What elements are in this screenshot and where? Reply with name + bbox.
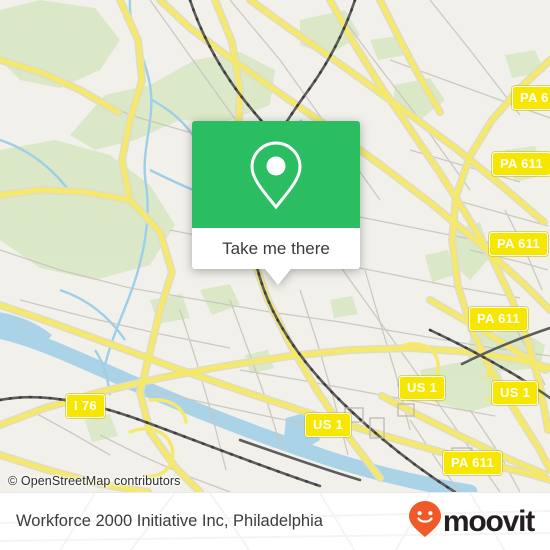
- moovit-smiley-pin-icon: [408, 500, 442, 543]
- page-title: Workforce 2000 Initiative Inc, Philadelp…: [16, 512, 323, 530]
- shield-pa-611-3: PA 611: [469, 307, 528, 331]
- moovit-logo[interactable]: moovit: [408, 500, 535, 543]
- shield-us-1-left: US 1: [399, 376, 446, 400]
- footer-bar: Workforce 2000 Initiative Inc, Philadelp…: [0, 492, 550, 550]
- take-me-there-button[interactable]: Take me there: [192, 228, 360, 269]
- shield-pa-611-2: PA 611: [489, 232, 548, 256]
- map-screenshot-page: PA 6 PA 611 PA 611 PA 611 PA 611 PA 611 …: [0, 0, 550, 550]
- shield-i-76: I 76: [66, 394, 105, 418]
- popup-pin-area: [192, 121, 360, 228]
- take-me-there-label: Take me there: [222, 238, 330, 258]
- map-pin-icon: [247, 139, 305, 211]
- location-popup[interactable]: Take me there: [192, 121, 360, 285]
- map-canvas[interactable]: PA 6 PA 611 PA 611 PA 611 PA 611 PA 611 …: [0, 0, 550, 492]
- moovit-wordmark: moovit: [442, 504, 535, 538]
- shield-pa-611-1: PA 611: [492, 152, 550, 176]
- shield-us-1-right: US 1: [492, 381, 539, 405]
- shield-pa-611-4: PA 611: [443, 451, 502, 475]
- shield-pa-6-top: PA 6: [512, 86, 550, 110]
- osm-attribution[interactable]: © OpenStreetMap contributors: [8, 474, 181, 488]
- shield-us-1-bottom: US 1: [305, 413, 352, 437]
- popup-tail: [265, 269, 291, 285]
